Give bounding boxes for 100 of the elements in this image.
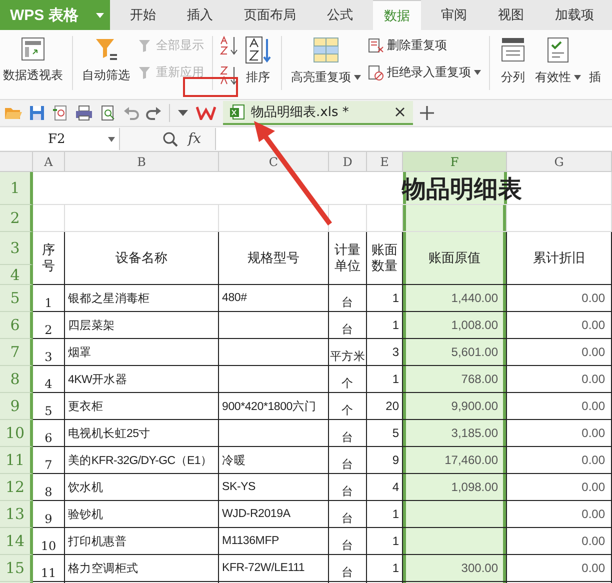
dropdown-icon[interactable]: [177, 109, 189, 117]
table-cell: 0.00: [507, 528, 612, 555]
column-header[interactable]: A: [33, 152, 65, 172]
column-header[interactable]: G: [507, 152, 612, 172]
row-header[interactable]: 10: [0, 420, 33, 447]
row-header[interactable]: 12: [0, 474, 33, 501]
insert-button[interactable]: 插: [586, 34, 601, 88]
caret-icon: [108, 136, 115, 142]
table-cell: 打印机惠普: [65, 528, 219, 555]
table-cell: 4KW开水器: [65, 366, 219, 393]
table-cell: 更衣柜: [65, 393, 219, 420]
ribbon-tab[interactable]: 视图: [487, 0, 535, 30]
table-cell: 0.00: [507, 420, 612, 447]
search-icon[interactable]: [162, 131, 178, 147]
table-cell: 个: [329, 393, 367, 420]
table-cell: 4: [33, 366, 65, 393]
row-header[interactable]: 1: [0, 172, 33, 205]
table-cell: 0.00: [507, 366, 612, 393]
table-cell: 验钞机: [65, 501, 219, 528]
ribbon-tab[interactable]: 加载项: [544, 0, 605, 30]
row-header[interactable]: 13: [0, 501, 33, 528]
reject-entry-icon: [368, 64, 384, 80]
table-cell: 900*420*1800六门: [219, 393, 329, 420]
table-cell: 台: [329, 420, 367, 447]
ribbon-tab[interactable]: 数据: [373, 0, 421, 30]
table-cell: 电视机长虹25寸: [65, 420, 219, 447]
export-pdf-icon[interactable]: [52, 105, 68, 121]
reject-duplicates-button[interactable]: 拒绝录入重复项: [366, 62, 483, 83]
wps-logo-icon[interactable]: [196, 106, 216, 120]
row-header[interactable]: 11: [0, 447, 33, 474]
table-cell: 饮水机: [65, 474, 219, 501]
highlight-duplicates-button[interactable]: 高亮重复项: [288, 34, 364, 88]
table-cell: 冷暖: [219, 447, 329, 474]
sort-descending-icon[interactable]: [219, 65, 239, 87]
row-header[interactable]: 3: [0, 232, 33, 265]
column-header[interactable]: B: [65, 152, 219, 172]
table-cell: WJD-R2019A: [219, 501, 329, 528]
print-icon[interactable]: [75, 105, 93, 121]
table-cell: 台: [329, 474, 367, 501]
row-header[interactable]: 7: [0, 339, 33, 366]
function-button[interactable]: fx: [188, 131, 202, 147]
column-header[interactable]: C: [219, 152, 329, 172]
table-cell: 9,900.00: [403, 393, 507, 420]
row-header[interactable]: 9: [0, 393, 33, 420]
table-cell: 480#: [219, 285, 329, 312]
table-cell: 0.00: [507, 474, 612, 501]
table-cell: 3,185.00: [403, 420, 507, 447]
sort-icon: [244, 36, 272, 64]
column-header[interactable]: E: [367, 152, 403, 172]
validation-button[interactable]: 有效性: [532, 34, 584, 88]
caret-icon: [96, 12, 104, 18]
row-header[interactable]: 8: [0, 366, 33, 393]
table-cell: 台: [329, 501, 367, 528]
table-cell: 0.00: [507, 393, 612, 420]
new-tab-icon[interactable]: [420, 106, 434, 120]
ribbon-tab[interactable]: 页面布局: [233, 0, 307, 30]
table-header-cell: 累计折旧: [507, 232, 612, 285]
column-header[interactable]: F: [403, 152, 507, 172]
table-cell: 6: [33, 420, 65, 447]
table-cell: 四层菜架: [65, 312, 219, 339]
row-header[interactable]: 15: [0, 555, 33, 582]
close-icon[interactable]: [395, 107, 405, 117]
remove-duplicates-icon: [368, 38, 384, 54]
remove-duplicates-button[interactable]: 删除重复项: [366, 35, 483, 56]
pivot-table-icon: [20, 36, 46, 62]
table-cell: 768.00: [403, 366, 507, 393]
ribbon-tab[interactable]: 开始: [119, 0, 167, 30]
formula-input[interactable]: [215, 128, 612, 150]
table-cell: 300.00: [403, 555, 507, 582]
print-preview-icon[interactable]: [100, 105, 116, 121]
table-cell: 3: [33, 339, 65, 366]
sort-button[interactable]: 排序: [241, 34, 275, 88]
sort-ascending-icon[interactable]: [219, 35, 239, 57]
redo-icon[interactable]: [146, 105, 162, 121]
save-icon[interactable]: [29, 105, 45, 121]
undo-icon[interactable]: [123, 105, 139, 121]
table-cell: 美的KFR-32G/DY-GC（E1）: [65, 447, 219, 474]
document-tab[interactable]: 物品明细表.xls *: [223, 101, 413, 125]
table-cell: 8: [33, 474, 65, 501]
split-columns-button[interactable]: 分列: [496, 34, 530, 88]
row-header[interactable]: 5: [0, 285, 33, 312]
split-columns-icon: [499, 36, 527, 64]
row-header[interactable]: 14: [0, 528, 33, 555]
ribbon-tab[interactable]: 插入: [176, 0, 224, 30]
table-cell: 1: [33, 285, 65, 312]
name-box[interactable]: F2: [0, 128, 120, 150]
table-header-cell: 序号: [33, 232, 65, 285]
pivot-table-button[interactable]: 数据透视表: [0, 34, 66, 86]
column-header[interactable]: D: [329, 152, 367, 172]
row-header[interactable]: 2: [0, 205, 33, 232]
table-header-cell: 账面原值: [403, 232, 507, 285]
row-header[interactable]: 6: [0, 312, 33, 339]
ribbon-tab[interactable]: 审阅: [430, 0, 478, 30]
table-cell: 0.00: [507, 339, 612, 366]
ribbon-tab[interactable]: 公式: [316, 0, 364, 30]
table-cell: 0.00: [507, 447, 612, 474]
table-cell: 平方米: [329, 339, 367, 366]
auto-filter-button[interactable]: 自动筛选: [79, 34, 133, 86]
row-header[interactable]: 4: [0, 265, 33, 285]
table-cell: 17,460.00: [403, 447, 507, 474]
